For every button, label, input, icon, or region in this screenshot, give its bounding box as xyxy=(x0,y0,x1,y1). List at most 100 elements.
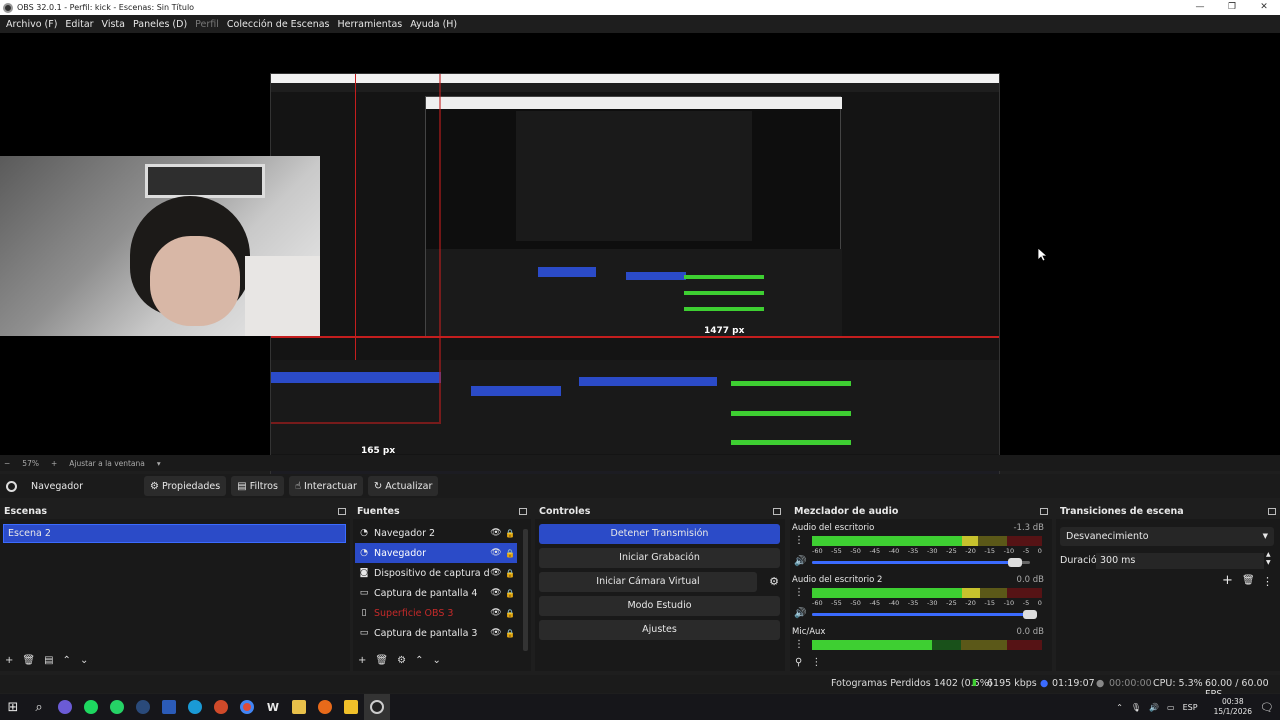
network-icon[interactable]: ▭ xyxy=(1167,703,1175,712)
powerpoint-icon[interactable] xyxy=(208,694,234,720)
maximize-button[interactable]: ❐ xyxy=(1216,0,1248,15)
chevron-up-icon[interactable]: ⌃ xyxy=(1116,703,1123,712)
chevron-down-icon[interactable]: ▾ xyxy=(157,459,161,468)
trash-icon[interactable]: 🗑 xyxy=(375,655,388,666)
dock-popout-icon[interactable] xyxy=(519,507,527,515)
whatsapp-icon[interactable] xyxy=(104,694,130,720)
kebab-menu-icon[interactable]: ⋮ xyxy=(811,657,821,668)
filters-button[interactable]: ▤ Filtros xyxy=(231,476,284,496)
folder-icon[interactable] xyxy=(286,694,312,720)
menu-archivo[interactable]: Archivo (F) xyxy=(2,19,61,30)
speaker-icon[interactable]: 🔊 xyxy=(794,608,806,619)
volume-slider[interactable] xyxy=(812,558,1030,567)
menu-vista[interactable]: Vista xyxy=(98,19,129,30)
steam-icon[interactable] xyxy=(130,694,156,720)
clock[interactable]: 00:38 15/1/2026 xyxy=(1206,697,1252,717)
eye-icon[interactable]: 👁 xyxy=(489,528,503,538)
volume-knob[interactable] xyxy=(1007,558,1022,567)
lock-icon[interactable]: 🔒 xyxy=(503,629,517,638)
preview-canvas[interactable]: 1477 px 165 px xyxy=(270,73,1000,485)
stop-stream-button[interactable]: Detener Transmisión xyxy=(539,524,780,544)
close-button[interactable]: ✕ xyxy=(1248,0,1280,15)
lock-icon[interactable]: 🔒 xyxy=(503,549,517,558)
dock-popout-icon[interactable] xyxy=(338,507,346,515)
app-icon[interactable] xyxy=(312,694,338,720)
filter-icon[interactable]: ▤ xyxy=(44,655,53,666)
volume-knob[interactable] xyxy=(1023,610,1037,619)
source-item[interactable]: ◔ Navegador 👁 🔒 xyxy=(355,543,517,563)
microphone-icon[interactable]: 🎙 xyxy=(1131,703,1141,712)
add-transition-button[interactable]: + xyxy=(1222,573,1233,588)
trash-icon[interactable]: 🗑 xyxy=(1242,575,1255,586)
spotify-icon[interactable] xyxy=(78,694,104,720)
volume-icon[interactable]: 🔊 xyxy=(1149,703,1159,712)
minimize-button[interactable]: — xyxy=(1184,0,1216,15)
properties-button[interactable]: ⚙ Propiedades xyxy=(144,476,227,496)
preview-area[interactable]: 1477 px 165 px xyxy=(0,33,1280,485)
start-virtual-camera-button[interactable]: Iniciar Cámara Virtual xyxy=(539,572,757,592)
menu-editar[interactable]: Editar xyxy=(61,19,97,30)
link-icon[interactable]: ⚲ xyxy=(795,657,802,668)
volume-slider[interactable] xyxy=(812,610,1037,619)
zoom-in-button[interactable]: + xyxy=(51,459,57,468)
language-indicator[interactable]: ESP xyxy=(1183,703,1198,712)
lock-icon[interactable]: 🔒 xyxy=(503,529,517,538)
add-source-button[interactable]: + xyxy=(358,655,366,666)
add-scene-button[interactable]: + xyxy=(5,655,13,666)
lock-icon[interactable]: 🔒 xyxy=(503,589,517,598)
search-icon[interactable]: ⌕ xyxy=(26,694,52,720)
menu-perfil[interactable]: Perfil xyxy=(191,19,223,30)
move-up-button[interactable]: ⌃ xyxy=(63,655,71,666)
eye-icon[interactable]: 👁 xyxy=(489,548,503,558)
gear-icon[interactable]: ⚙ xyxy=(769,575,779,588)
edge-icon[interactable] xyxy=(182,694,208,720)
scene-item[interactable]: Escena 2 xyxy=(3,524,346,543)
obs-icon[interactable] xyxy=(364,694,390,720)
move-up-button[interactable]: ⌃ xyxy=(415,655,423,666)
menu-herramientas[interactable]: Herramientas xyxy=(334,19,407,30)
source-item[interactable]: ◙ Dispositivo de captura de vídeo👁🔒 xyxy=(355,563,517,583)
windows-start-icon[interactable]: ⊞ xyxy=(0,694,26,720)
source-item[interactable]: ▭ Captura de pantalla 3 👁 🔒 xyxy=(355,623,517,643)
source-item[interactable]: ◔ Navegador 2 👁 🔒 xyxy=(355,523,517,543)
app-icon[interactable] xyxy=(52,694,78,720)
kebab-menu-icon[interactable]: ⋮ xyxy=(1262,575,1273,588)
menu-coleccion-escenas[interactable]: Colección de Escenas xyxy=(223,19,334,30)
interact-button[interactable]: ☝ Interactuar xyxy=(288,476,363,496)
studio-mode-button[interactable]: Modo Estudio xyxy=(539,596,780,616)
eye-icon[interactable]: 👁 xyxy=(489,608,503,618)
app-w-icon[interactable]: W xyxy=(260,694,286,720)
source-item[interactable]: ▯ Superficie OBS 3 👁 🔒 xyxy=(355,603,517,623)
lock-icon[interactable]: 🔒 xyxy=(503,569,517,578)
kebab-menu-icon[interactable]: ⋮ xyxy=(794,639,804,650)
transition-select[interactable]: Desvanecimiento ▼ xyxy=(1060,527,1274,546)
menu-paneles[interactable]: Paneles (D) xyxy=(129,19,191,30)
chrome-icon[interactable] xyxy=(234,694,260,720)
notification-icon[interactable]: 🗨 xyxy=(1260,701,1274,714)
refresh-button[interactable]: ↻ Actualizar xyxy=(367,476,439,496)
dock-popout-icon[interactable] xyxy=(1268,507,1276,515)
zoom-out-button[interactable]: − xyxy=(4,459,10,468)
eye-icon[interactable]: 👁 xyxy=(489,588,503,598)
eye-icon[interactable]: 👁 xyxy=(489,628,503,638)
eye-icon[interactable]: 👁 xyxy=(489,568,503,578)
duration-input[interactable]: 300 ms xyxy=(1096,553,1264,569)
gear-icon[interactable]: ⚙ xyxy=(397,655,406,666)
zoom-fit-select[interactable]: Ajustar a la ventana xyxy=(69,459,145,468)
move-down-button[interactable]: ⌄ xyxy=(432,655,440,666)
dock-popout-icon[interactable] xyxy=(1040,507,1048,515)
kebab-menu-icon[interactable]: ⋮ xyxy=(794,587,804,598)
lock-icon[interactable]: 🔒 xyxy=(503,609,517,618)
word-icon[interactable] xyxy=(156,694,182,720)
sources-scrollbar[interactable] xyxy=(523,529,528,651)
dock-popout-icon[interactable] xyxy=(773,507,781,515)
move-down-button[interactable]: ⌄ xyxy=(80,655,88,666)
duration-spin-icon[interactable]: ▲ ▼ xyxy=(1266,551,1271,567)
app-icon[interactable] xyxy=(338,694,364,720)
start-recording-button[interactable]: Iniciar Grabación xyxy=(539,548,780,568)
kebab-menu-icon[interactable]: ⋮ xyxy=(794,535,804,546)
menu-ayuda[interactable]: Ayuda (H) xyxy=(406,19,461,30)
settings-button[interactable]: Ajustes xyxy=(539,620,780,640)
trash-icon[interactable]: 🗑 xyxy=(22,655,35,666)
source-item[interactable]: ▭ Captura de pantalla 4 👁 🔒 xyxy=(355,583,517,603)
